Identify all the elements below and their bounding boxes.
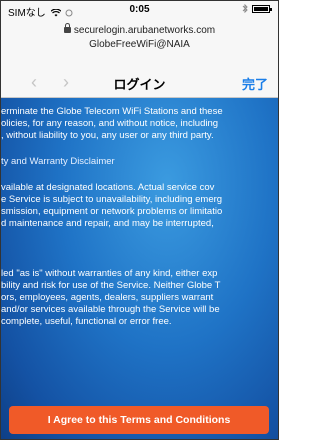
terms-line: olicies, for any reason, and without not… — [1, 118, 219, 129]
terms-line: complete, useful, functional or error fr… — [1, 316, 172, 327]
clock: 0:05 — [129, 4, 150, 15]
url-text: securelogin.arubanetworks.com — [73, 25, 216, 36]
agree-button[interactable]: I Agree to this Terms and Conditions — [9, 406, 269, 434]
terms-line: and/or services available through the Se… — [1, 304, 220, 315]
section-heading: ty and Warranty Disclaimer — [1, 156, 115, 167]
address-bar[interactable]: securelogin.arubanetworks.com GlobeFreeW… — [1, 19, 278, 67]
terms-line: led "as is" without warranties of any ki… — [1, 268, 218, 279]
page-ssid: GlobeFreeWiFi@NAIA — [89, 39, 190, 50]
phone-screen: SIMなし 0:05 securelogin.arubanetworks.com… — [0, 0, 279, 440]
lock-icon — [63, 23, 71, 33]
status-bar: SIMなし 0:05 — [1, 1, 278, 19]
terms-line: vailable at designated locations. Actual… — [1, 182, 215, 193]
url-line: securelogin.arubanetworks.com — [1, 23, 278, 36]
terms-line: , without liability to you, any user or … — [1, 130, 214, 141]
terms-line: e Service is subject to unavailability, … — [1, 194, 223, 205]
battery-icon — [252, 4, 272, 13]
terms-line: ors, employees, agents, dealers, supplie… — [1, 292, 214, 303]
terms-content[interactable]: erminate the Globe Telecom WiFi Stations… — [1, 98, 278, 439]
status-right — [242, 4, 272, 13]
bluetooth-icon — [242, 4, 248, 13]
terms-line: bility and risk for use of the Service. … — [1, 280, 221, 291]
page-title: ログイン — [113, 77, 166, 92]
terms-line: erminate the Globe Telecom WiFi Stations… — [1, 106, 223, 117]
terms-line: d maintenance and repair, and may be int… — [1, 218, 214, 229]
done-button[interactable]: 完了 — [242, 74, 268, 93]
terms-line: smission, equipment or network problems … — [1, 206, 223, 217]
browser-navbar: ‹ › ログイン 完了 — [1, 67, 278, 98]
